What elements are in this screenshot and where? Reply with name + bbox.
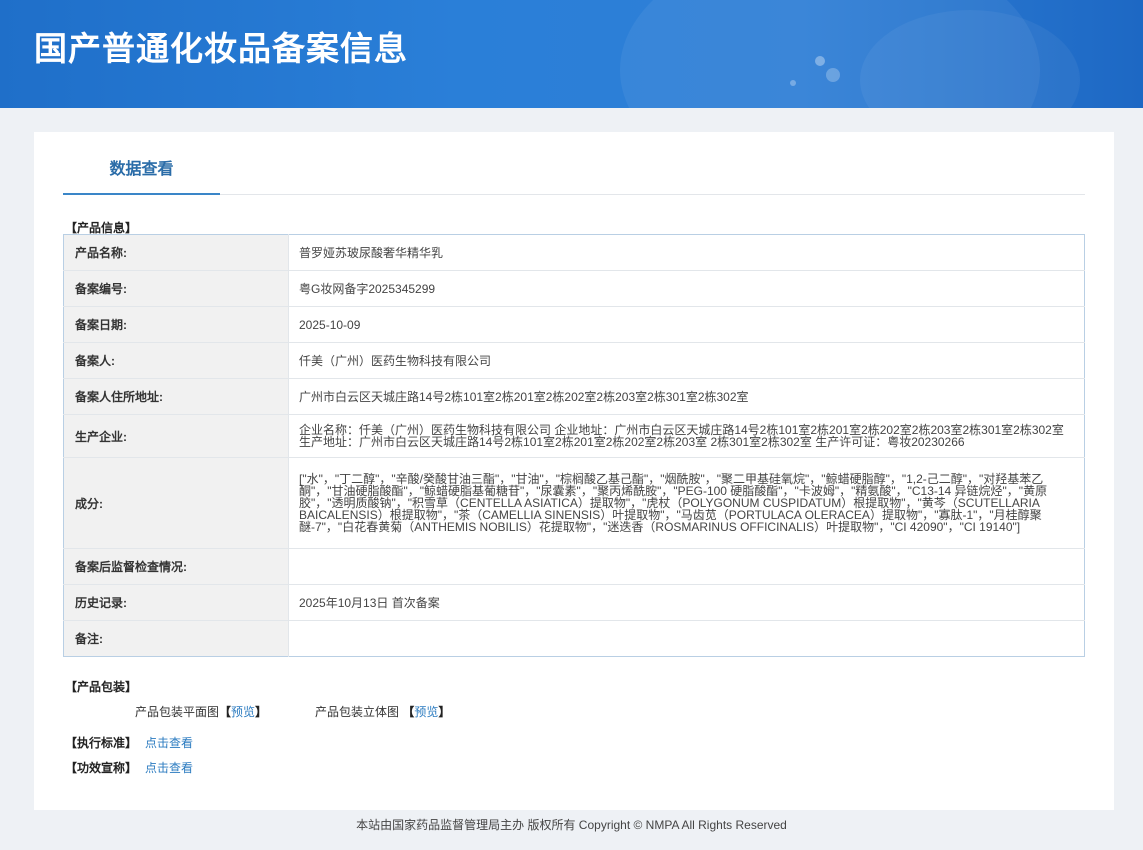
row-key: 备案后监督检查情况: — [63, 548, 289, 585]
header-banner: 国产普通化妆品备案信息 — [0, 0, 1143, 108]
table-row: 成分: ["水"，"丁二醇"，"辛酸/癸酸甘油三酯"，"甘油"，"棕榈酸乙基己酯… — [63, 457, 1085, 549]
bracket-open: 【 — [402, 705, 415, 719]
row-key: 生产企业: — [63, 414, 289, 458]
banner-decoration — [826, 68, 840, 82]
standard-label: 【执行标准】 — [65, 736, 138, 750]
row-value: 粤G妆网备字2025345299 — [288, 270, 1085, 307]
row-value: ["水"，"丁二醇"，"辛酸/癸酸甘油三酯"，"甘油"，"棕榈酸乙基己酯"，"烟… — [288, 457, 1085, 549]
standard-row: 【执行标准】 点击查看 — [65, 734, 193, 751]
packaging-heading: 【产品包装】 — [65, 680, 138, 694]
site-title: 国产普通化妆品备案信息 — [34, 29, 408, 68]
solid-preview-link[interactable]: 预览 — [414, 705, 438, 719]
bracket-close: 】 — [255, 705, 268, 719]
bracket-close: 】 — [438, 705, 451, 719]
row-value: 企业名称：仟美（广州）医药生物科技有限公司 企业地址：广州市白云区天城庄路14号… — [288, 414, 1085, 458]
row-key: 备案日期: — [63, 306, 289, 343]
row-value: 普罗娅苏玻尿酸奢华精华乳 — [288, 234, 1085, 271]
flat-preview-link[interactable]: 预览 — [231, 705, 255, 719]
row-value — [288, 548, 1085, 585]
row-value: 2025-10-09 — [288, 306, 1085, 343]
efficacy-row: 【功效宣称】 点击查看 — [65, 759, 193, 776]
row-value: 广州市白云区天城庄路14号2栋101室2栋201室2栋202室2栋203室2栋3… — [288, 378, 1085, 415]
table-row: 备案编号: 粤G妆网备字2025345299 — [63, 270, 1085, 307]
table-row: 备案后监督检查情况: — [63, 548, 1085, 585]
row-key: 历史记录: — [63, 584, 289, 621]
table-row: 产品名称: 普罗娅苏玻尿酸奢华精华乳 — [63, 234, 1085, 271]
packaging-solid-item: 产品包装立体图 【预览】 — [315, 703, 450, 720]
row-key: 成分: — [63, 457, 289, 549]
row-key: 备案编号: — [63, 270, 289, 307]
row-value: 仟美（广州）医药生物科技有限公司 — [288, 342, 1085, 379]
row-key: 产品名称: — [63, 234, 289, 271]
table-row: 备案人住所地址: 广州市白云区天城庄路14号2栋101室2栋201室2栋202室… — [63, 378, 1085, 415]
row-key: 备案人住所地址: — [63, 378, 289, 415]
banner-decoration — [790, 80, 796, 86]
table-row: 备注: — [63, 620, 1085, 657]
efficacy-label: 【功效宣称】 — [65, 761, 138, 775]
banner-decoration — [815, 56, 825, 66]
product-info-table: 产品名称: 普罗娅苏玻尿酸奢华精华乳 备案编号: 粤G妆网备字202534529… — [63, 234, 1085, 657]
efficacy-view-link[interactable]: 点击查看 — [145, 761, 193, 775]
table-row: 生产企业: 企业名称：仟美（广州）医药生物科技有限公司 企业地址：广州市白云区天… — [63, 414, 1085, 458]
row-key: 备案人: — [63, 342, 289, 379]
footer-copyright: 本站由国家药品监督管理局主办 版权所有 Copyright © NMPA All… — [356, 818, 787, 832]
bracket-open: 【 — [219, 705, 232, 719]
tab-bar: 数据查看 — [63, 132, 1085, 195]
tab-data-view[interactable]: 数据查看 — [63, 132, 220, 195]
packaging-flat-item: 产品包装平面图【预览】 — [135, 703, 267, 720]
table-row: 备案日期: 2025-10-09 — [63, 306, 1085, 343]
packaging-flat-label: 产品包装平面图 — [135, 705, 220, 719]
packaging-solid-label: 产品包装立体图 — [315, 705, 400, 719]
standard-view-link[interactable]: 点击查看 — [145, 736, 193, 750]
content-card: 数据查看 【产品信息】 产品名称: 普罗娅苏玻尿酸奢华精华乳 备案编号: 粤G妆… — [34, 132, 1114, 810]
table-row: 历史记录: 2025年10月13日 首次备案 — [63, 584, 1085, 621]
table-row: 备案人: 仟美（广州）医药生物科技有限公司 — [63, 342, 1085, 379]
row-key: 备注: — [63, 620, 289, 657]
row-value — [289, 621, 1085, 657]
row-value: 2025年10月13日 首次备案 — [288, 584, 1085, 621]
